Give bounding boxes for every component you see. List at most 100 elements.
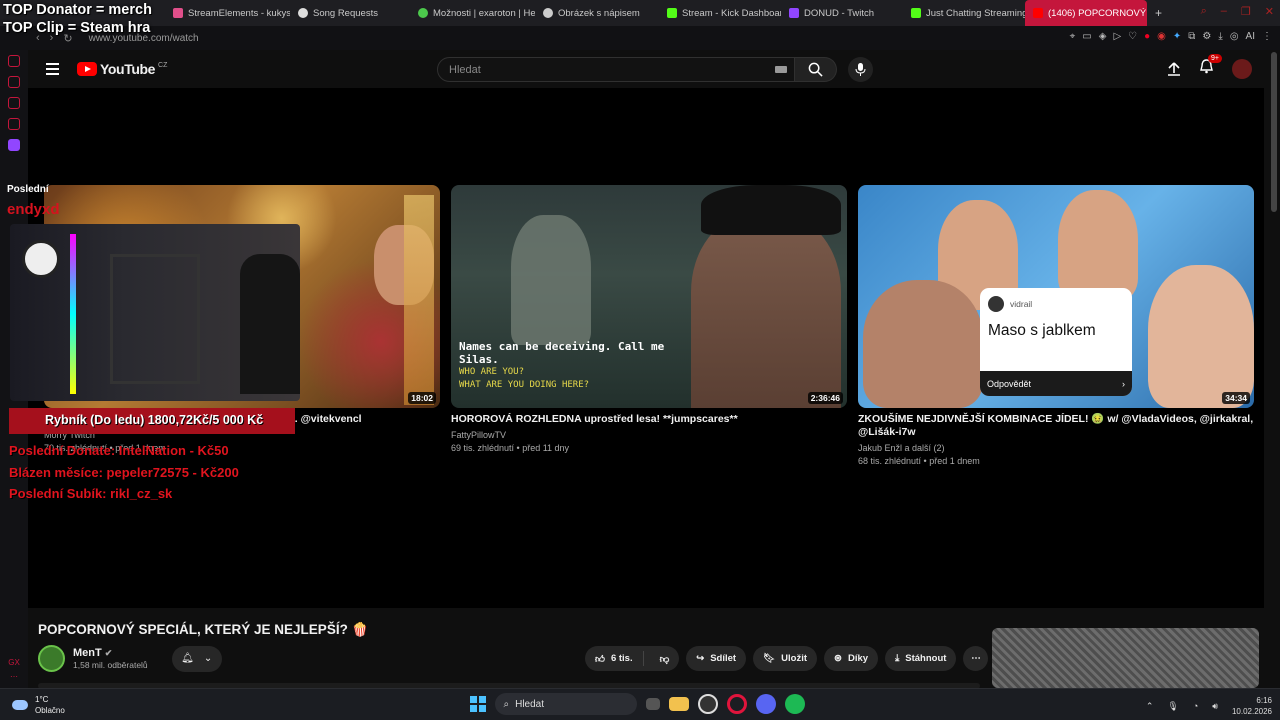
search-button[interactable] <box>795 57 837 82</box>
gx-icon[interactable]: GX <box>8 658 20 667</box>
heart-icon[interactable]: ♡ <box>1128 31 1137 42</box>
tab-song-requests[interactable]: Song Requests <box>290 0 410 26</box>
thumbnail-food <box>404 195 434 405</box>
more-icon[interactable]: ⋯ <box>10 672 18 681</box>
tab-label: Obrázek s nápisem <box>558 7 640 19</box>
tab-exaroton[interactable]: Možnosti | exaroton | He <box>410 0 535 26</box>
tab-label: StreamElements - kukys <box>188 7 290 19</box>
twitch-sidebar-icon[interactable] <box>8 139 20 151</box>
dislike-button[interactable]: 👎︎ <box>650 653 680 665</box>
video-thumbnail[interactable]: vidrail Maso s jablkem Odpovědět › 34:34 <box>858 185 1254 408</box>
caption-question: WHAT ARE YOU DOING HERE? <box>459 380 590 390</box>
keyboard-icon[interactable] <box>775 66 787 73</box>
channel-avatar[interactable] <box>38 645 65 672</box>
task-view-icon[interactable] <box>645 698 660 710</box>
channel-name[interactable]: MenT ✔ <box>73 647 148 659</box>
weather-widget[interactable]: 1°C Oblačno <box>12 694 65 716</box>
messenger-icon[interactable] <box>8 97 20 109</box>
more-icon: ⋯ <box>971 653 981 664</box>
download-label: Stáhnout <box>905 653 947 664</box>
download-icon[interactable]: ⤓ <box>1218 31 1222 42</box>
menu-icon[interactable]: ⋮ <box>1262 31 1272 42</box>
popup-user: vidrail <box>1010 299 1033 309</box>
microphone-icon <box>855 62 866 76</box>
opera-gx-icon[interactable] <box>726 694 747 714</box>
video-card-2[interactable]: Names can be deceiving. Call me Silas. W… <box>451 185 847 455</box>
tab-kick-dashboard[interactable]: Stream - Kick Dashboard <box>659 0 781 26</box>
play-icon[interactable]: ▷ <box>1113 31 1121 42</box>
region-label: CZ <box>158 61 168 69</box>
pin-icon[interactable]: ⌖ <box>1070 31 1076 42</box>
file-explorer-icon[interactable] <box>668 697 689 711</box>
screenshot-icon[interactable]: ▭ <box>1082 31 1091 42</box>
menu-icon[interactable] <box>46 63 59 75</box>
sidebar-footer: GX ⋯ <box>0 656 28 684</box>
search-tabs-icon[interactable]: ⌕ <box>1201 5 1207 18</box>
tab-obrazek[interactable]: Obrázek s nápisem <box>535 0 659 26</box>
voice-search-button[interactable] <box>848 57 873 82</box>
clock[interactable]: 6:16 10.02.2026 <box>1232 695 1272 717</box>
system-tray: ⌃ 🎙︎ ◔ 🔊︎ 6:16 10.02.2026 <box>1146 695 1272 717</box>
shield-icon[interactable]: ◈ <box>1099 31 1107 42</box>
camera-icon[interactable]: ◎ <box>1230 31 1239 42</box>
date: 10.02.2026 <box>1231 707 1272 716</box>
start-button[interactable] <box>470 696 486 712</box>
more-actions-button[interactable]: ⋯ <box>963 646 989 671</box>
youtube-logo[interactable]: YouTube CZ <box>77 61 167 77</box>
tab-youtube-active[interactable]: (1406) POPCORNOVÝ SPE <box>1025 0 1147 26</box>
subscription-bell-button[interactable]: 🔔︎ ⌄ <box>171 645 222 672</box>
tab-twitch-donud[interactable]: DONUD - Twitch <box>781 0 903 26</box>
thanks-button[interactable]: ⊛ Díky <box>824 646 879 671</box>
upload-icon[interactable] <box>1167 62 1181 76</box>
opera-extension-icon[interactable]: ● <box>1144 31 1150 42</box>
chevron-up-icon[interactable]: ⌃ <box>1146 701 1154 712</box>
extensions-toolbar: ⌖ ▭ ◈ ▷ ♡ ● ◉ ✦ ⧉ ⚙ ⤓ ◎ AI ⋮ <box>1070 31 1272 42</box>
tab-label: Song Requests <box>313 7 378 19</box>
video-channel[interactable]: Jakub Enžl a další (2) <box>858 442 1254 455</box>
notifications-button[interactable]: 9+ <box>1199 54 1222 79</box>
video-card-3[interactable]: vidrail Maso s jablkem Odpovědět › 34:34 … <box>858 185 1254 468</box>
sidebar-recommendation[interactable] <box>992 628 1259 688</box>
volume-icon[interactable]: 🔊︎ <box>1212 701 1218 712</box>
save-button[interactable]: 🔖︎ Uložit <box>753 646 818 671</box>
close-icon[interactable]: ✕ <box>1265 5 1274 18</box>
video-thumbnail[interactable]: Names can be deceiving. Call me Silas. W… <box>451 185 847 408</box>
channel-name-text[interactable]: MenT <box>73 647 102 659</box>
share-button[interactable]: ↪ Sdílet <box>686 646 747 671</box>
extension-blue-icon[interactable]: ✦ <box>1173 31 1181 42</box>
weather-condition: Oblačno <box>35 706 65 715</box>
spotify-icon[interactable] <box>784 694 805 714</box>
overlay-stats: Poslední Donate: IntelNation - Kč50 Bláz… <box>9 440 239 505</box>
puzzle-icon[interactable]: ⧉ <box>1188 31 1195 42</box>
microphone-icon[interactable]: 🎙︎ <box>1167 701 1178 712</box>
obs-icon[interactable] <box>697 694 718 714</box>
ai-button[interactable]: AI <box>1246 31 1255 42</box>
new-tab-button[interactable]: + <box>1147 0 1165 26</box>
tab-streamelements[interactable]: StreamElements - kukys <box>165 0 290 26</box>
workspaces-icon[interactable] <box>8 76 20 88</box>
extension-icon[interactable]: ◉ <box>1157 31 1166 42</box>
monthly-top: Blázen měsíce: pepeler72575 - Kč200 <box>9 464 239 480</box>
tab-just-chatting[interactable]: Just Chatting Streaming <box>903 0 1025 26</box>
subscriber-count: 1,58 mil. odběratelů <box>73 660 148 670</box>
page-scrollbar[interactable] <box>1271 52 1277 212</box>
download-button[interactable]: ⤓ Stáhnout <box>885 646 957 671</box>
video-actions: 👍︎ 6 tis. 👎︎ ↪ Sdílet 🔖︎ Uložit ⊛ Díky ⤓ Stáh… <box>585 646 989 671</box>
taskbar-search[interactable]: ⌕ Hledat <box>494 693 637 715</box>
discord-icon[interactable] <box>755 694 776 714</box>
video-title[interactable]: HOROROVÁ ROZHLEDNA uprostřed lesa! **jum… <box>451 413 847 426</box>
thumbs-down-icon: 👎︎ <box>659 653 670 665</box>
video-title[interactable]: ZKOUŠÍME NEJDIVNĚJŠÍ KOMBINACE JÍDEL! 🤢 … <box>858 413 1254 439</box>
cloud-icon <box>12 700 28 710</box>
bookmarks-icon[interactable] <box>8 118 20 130</box>
like-button[interactable]: 👍︎ 6 tis. <box>585 651 644 666</box>
network-icon[interactable]: ◔ <box>1193 701 1198 711</box>
taskbar-search-label: Hledat <box>515 698 545 710</box>
settings-icon[interactable]: ⚙ <box>1202 31 1211 42</box>
search-input[interactable]: Hledat <box>437 57 795 82</box>
maximize-icon[interactable]: ❐ <box>1241 5 1251 18</box>
account-avatar[interactable] <box>1232 59 1252 79</box>
video-channel[interactable]: FattyPillowTV <box>451 429 847 442</box>
minimize-icon[interactable]: – <box>1221 5 1227 18</box>
history-icon[interactable] <box>8 55 20 67</box>
